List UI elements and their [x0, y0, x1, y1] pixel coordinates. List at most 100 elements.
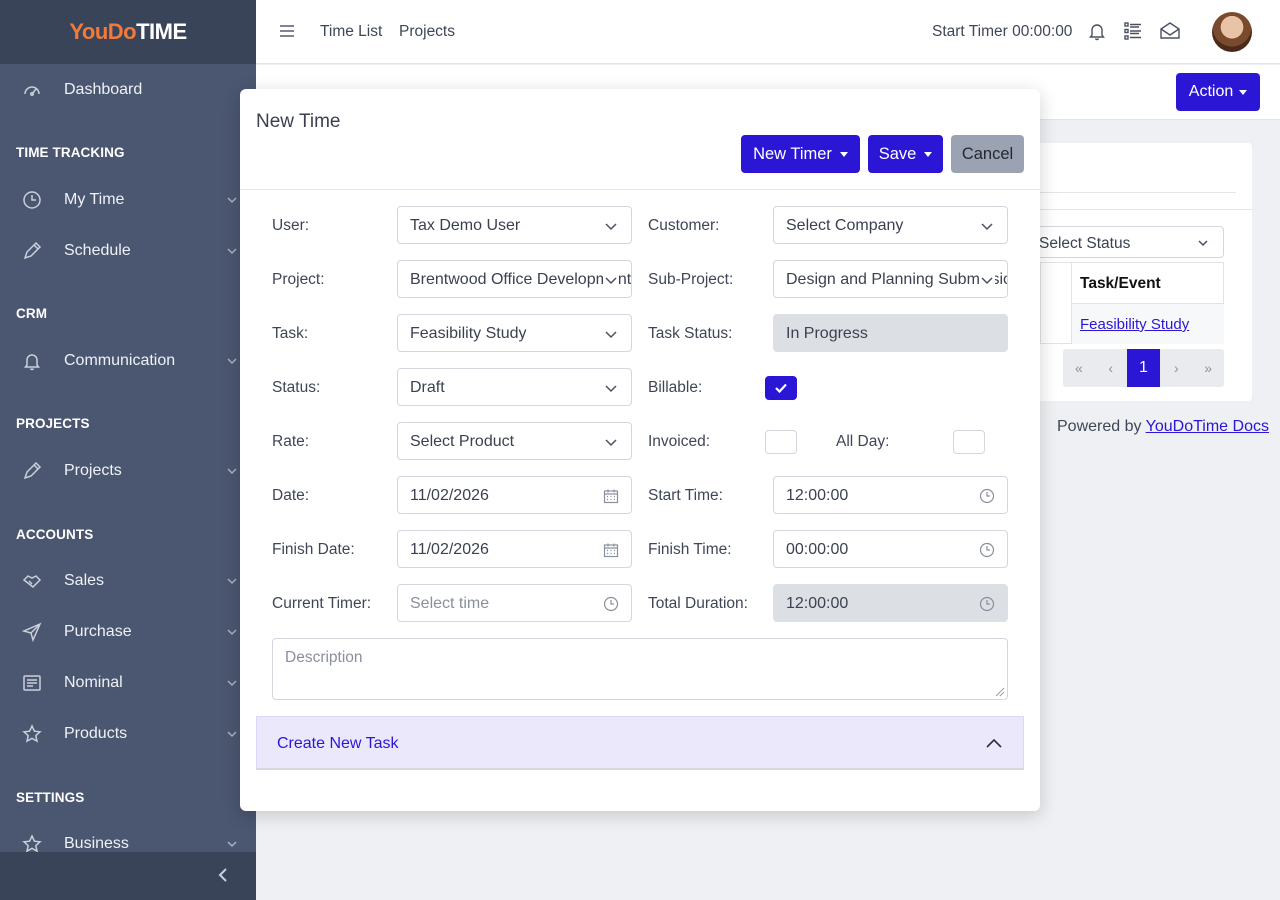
topnav-time-list[interactable]: Time List [320, 23, 382, 41]
all-day-label: All Day: [836, 433, 890, 450]
chevron-down-icon [981, 223, 993, 231]
chevron-down-icon [605, 223, 617, 231]
calendar-icon [603, 543, 619, 558]
handshake-icon [22, 571, 42, 591]
pager-last[interactable]: » [1192, 349, 1224, 387]
modal-title: New Time [256, 111, 341, 132]
invoiced-label: Invoiced: [648, 433, 711, 450]
chevron-down-icon [227, 731, 237, 738]
envelope-icon[interactable] [1159, 20, 1181, 42]
status-filter-select[interactable]: Select Status [1030, 226, 1224, 258]
pager-prev[interactable]: ‹ [1095, 349, 1127, 387]
start-timer-button[interactable]: Start Timer 00:00:00 [932, 23, 1072, 41]
action-button[interactable]: Action [1176, 73, 1260, 111]
sidebar-item-schedule[interactable]: Schedule [0, 231, 256, 271]
modal-header-divider [240, 189, 1040, 190]
chevron-down-icon [227, 629, 237, 636]
pagination: « ‹ 1 › » [1063, 349, 1224, 387]
chevron-down-icon [227, 197, 237, 204]
new-timer-button[interactable]: New Timer [741, 135, 860, 173]
date-input[interactable]: 11/02/2026 [397, 476, 632, 514]
start-time-label: Start Time: [648, 487, 723, 504]
sidebar-item-my-time[interactable]: My Time [0, 180, 256, 220]
current-timer-label: Current Timer: [272, 595, 372, 612]
hamburger-menu-icon[interactable] [278, 22, 296, 40]
caret-down-icon [839, 151, 848, 157]
task-status-field: In Progress [773, 314, 1008, 352]
task-select[interactable]: Feasibility Study [397, 314, 632, 352]
chevron-down-icon [227, 468, 237, 475]
customer-select[interactable]: Select Company [773, 206, 1008, 244]
new-time-modal: New Time New Timer Save Cancel User: Tax… [240, 89, 1040, 811]
chevron-down-icon [979, 272, 995, 288]
finish-time-input[interactable]: 00:00:00 [773, 530, 1008, 568]
finish-date-label: Finish Date: [272, 541, 355, 558]
caret-down-icon [1239, 89, 1248, 95]
project-select[interactable]: Brentwood Office Development [397, 260, 632, 298]
save-button[interactable]: Save [868, 135, 943, 173]
finish-time-label: Finish Time: [648, 541, 732, 558]
user-label: User: [272, 217, 310, 234]
sidebar-item-nominal[interactable]: Nominal [0, 663, 256, 703]
sidebar-item-products[interactable]: Products [0, 714, 256, 754]
section-projects: PROJECTS [16, 416, 90, 431]
brand-logo[interactable]: YouDoTIME [69, 19, 187, 45]
sidebar: YouDoTIME Dashboard TIME TRACKING My Tim… [0, 0, 256, 900]
sidebar-item-communication[interactable]: Communication [0, 341, 256, 381]
current-timer-input[interactable]: Select time [397, 584, 632, 622]
collapse-sidebar-icon[interactable] [215, 866, 233, 884]
rate-select[interactable]: Select Product [397, 422, 632, 460]
dashboard-gauge-icon [22, 80, 42, 100]
customer-label: Customer: [648, 217, 720, 234]
pager-next[interactable]: › [1160, 349, 1192, 387]
chevron-down-icon [605, 439, 617, 447]
sidebar-item-dashboard[interactable]: Dashboard [0, 70, 256, 110]
total-duration-label: Total Duration: [648, 595, 748, 612]
chevron-down-icon [227, 841, 237, 848]
sidebar-item-purchase[interactable]: Purchase [0, 612, 256, 652]
task-link[interactable]: Feasibility Study [1080, 316, 1189, 333]
description-textarea[interactable]: Description [272, 638, 1008, 700]
create-new-task-accordion[interactable]: Create New Task [256, 716, 1024, 770]
checkmark-icon [775, 383, 787, 394]
table-header-task-event[interactable]: Task/Event [1071, 263, 1224, 304]
list-icon[interactable] [1122, 20, 1144, 42]
billable-checkbox[interactable] [765, 376, 797, 400]
accordion-label: Create New Task [277, 735, 399, 752]
date-label: Date: [272, 487, 310, 504]
cancel-button[interactable]: Cancel [951, 135, 1024, 173]
user-avatar[interactable] [1212, 12, 1252, 52]
star-icon [22, 834, 42, 854]
status-select[interactable]: Draft [397, 368, 632, 406]
docs-link[interactable]: YouDoTime Docs [1146, 418, 1269, 435]
powered-by: Powered by YouDoTime Docs [1057, 418, 1269, 435]
start-time-input[interactable]: 12:00:00 [773, 476, 1008, 514]
all-day-checkbox[interactable] [953, 430, 985, 454]
section-accounts: ACCOUNTS [16, 527, 94, 542]
finish-date-input[interactable]: 11/02/2026 [397, 530, 632, 568]
clock-icon [979, 596, 995, 612]
pager-first[interactable]: « [1063, 349, 1095, 387]
sub-project-select[interactable]: Design and Planning Submission [773, 260, 1008, 298]
clock-icon [979, 488, 995, 504]
bell-icon[interactable] [1086, 20, 1108, 42]
invoiced-checkbox[interactable] [765, 430, 797, 454]
chevron-down-icon [227, 578, 237, 585]
status-label: Status: [272, 379, 321, 396]
pager-page-1[interactable]: 1 [1126, 349, 1161, 387]
chevron-down-icon [227, 680, 237, 687]
rate-label: Rate: [272, 433, 310, 450]
resize-grip-icon[interactable] [995, 687, 1005, 697]
sidebar-item-projects[interactable]: Projects [0, 451, 256, 491]
section-time-tracking: TIME TRACKING [16, 145, 125, 160]
clock-icon [22, 190, 42, 210]
send-icon [22, 622, 42, 642]
sidebar-item-sales[interactable]: Sales [0, 561, 256, 601]
task-label: Task: [272, 325, 309, 342]
section-crm: CRM [16, 306, 48, 321]
chevron-down-icon [227, 248, 237, 255]
topnav-projects[interactable]: Projects [399, 23, 455, 41]
caret-down-icon [924, 151, 933, 157]
user-select[interactable]: Tax Demo User [397, 206, 632, 244]
chevron-down-icon [227, 358, 237, 365]
